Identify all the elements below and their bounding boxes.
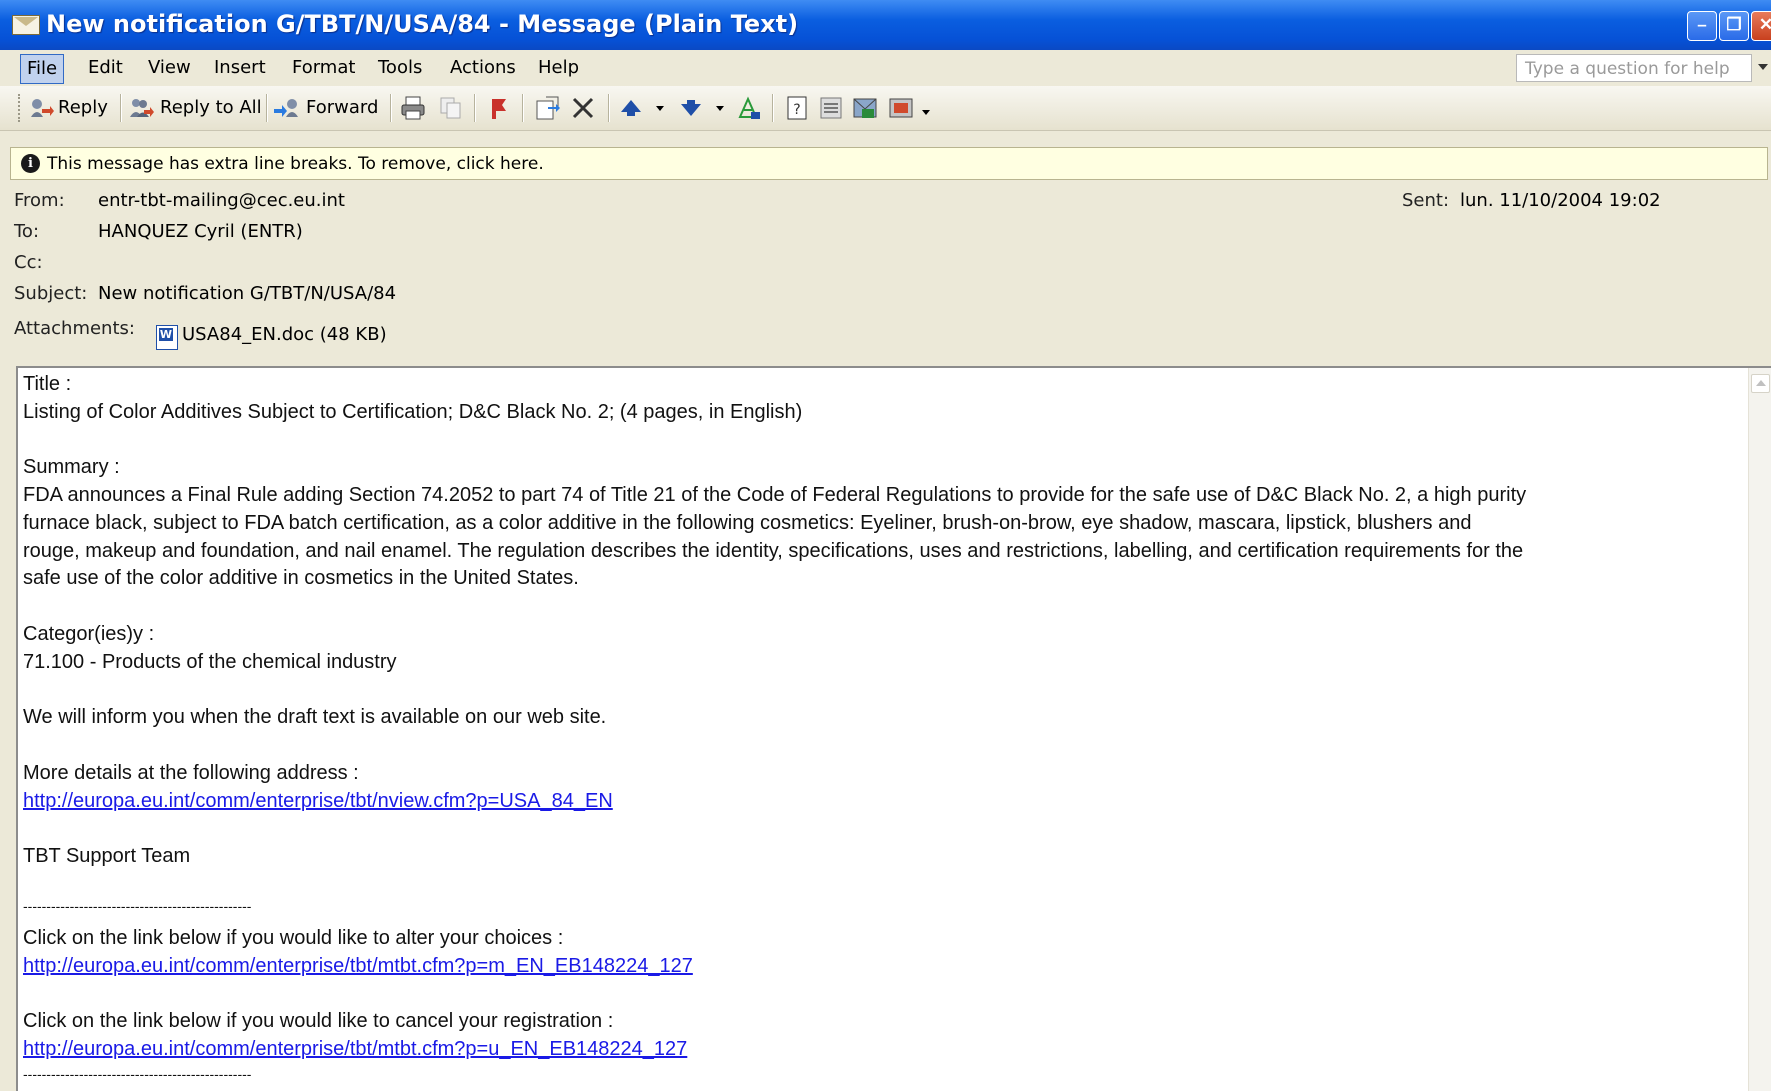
toolbar-separator	[266, 94, 268, 122]
title-bar: New notification G/TBT/N/USA/84 - Messag…	[0, 0, 1771, 50]
minimize-button[interactable]: –	[1687, 11, 1717, 41]
toolbar-separator	[608, 94, 610, 122]
delete-icon[interactable]	[570, 95, 596, 121]
sent-value: lun. 11/10/2004 19:02	[1460, 190, 1661, 211]
summary-label: Summary :	[23, 456, 120, 478]
copy-icon[interactable]	[438, 95, 464, 121]
info-icon: i	[21, 154, 40, 173]
subject-value: New notification G/TBT/N/USA/84	[98, 283, 397, 304]
chevron-down-icon[interactable]	[716, 106, 724, 111]
details-label: More details at the following address :	[23, 762, 359, 784]
toolbar-separator	[120, 94, 122, 122]
toolbar-separator	[522, 94, 524, 122]
reply-button[interactable]: Reply	[58, 93, 108, 123]
toolbar-grip[interactable]	[18, 94, 24, 122]
message-window: New notification G/TBT/N/USA/84 - Messag…	[0, 0, 1771, 1091]
summary-line: furnace black, subject to FDA batch cert…	[23, 512, 1472, 534]
info-bar-text: This message has extra line breaks. To r…	[47, 154, 544, 174]
menu-file[interactable]: File	[20, 54, 65, 84]
details-link[interactable]: http://europa.eu.int/comm/enterprise/tbt…	[23, 790, 613, 813]
menu-view[interactable]: View	[148, 54, 191, 82]
reply-all-icon	[130, 99, 154, 117]
forward-button[interactable]: Forward	[306, 93, 378, 123]
attachments-label: Attachments:	[14, 318, 135, 339]
next-item-icon[interactable]	[678, 95, 704, 121]
window-title: New notification G/TBT/N/USA/84 - Messag…	[46, 10, 799, 38]
help-icon[interactable]: ?	[784, 95, 810, 121]
to-value[interactable]: HANQUEZ Cyril (ENTR)	[98, 221, 303, 242]
menu-format[interactable]: Format	[292, 54, 355, 82]
cc-label: Cc:	[14, 252, 43, 273]
separator-line: ----------------------------------------…	[23, 1066, 252, 1082]
cancel-registration-text: Click on the link below if you would lik…	[23, 1010, 614, 1032]
svg-text:?: ?	[793, 102, 800, 118]
envelope-icon[interactable]	[852, 95, 878, 121]
forward-icon	[274, 99, 298, 117]
options-icon[interactable]	[818, 95, 844, 121]
menu-bar: File Edit View Insert Format Tools Actio…	[0, 50, 1771, 86]
close-button[interactable]: ✕	[1751, 11, 1771, 41]
to-label: To:	[14, 221, 40, 242]
category-label: Categor(ies)y :	[23, 623, 155, 645]
summary-line: safe use of the color additive in cosmet…	[23, 567, 579, 589]
info-bar[interactable]: i This message has extra line breaks. To…	[10, 147, 1768, 180]
vertical-scrollbar[interactable]	[1748, 368, 1771, 1091]
envelope-icon	[12, 15, 40, 35]
menu-edit[interactable]: Edit	[88, 54, 123, 82]
sent-label: Sent:	[1402, 190, 1450, 211]
title-label: Title :	[23, 373, 72, 395]
scroll-up-arrow-icon[interactable]	[1751, 374, 1770, 393]
summary-line: rouge, makeup and foundation, and nail e…	[23, 540, 1524, 562]
print-icon[interactable]	[400, 95, 426, 121]
title-text: Listing of Color Additives Subject to Ce…	[23, 401, 803, 423]
inform-text: We will inform you when the draft text i…	[23, 706, 607, 728]
chevron-down-icon[interactable]	[656, 106, 664, 111]
reply-all-button[interactable]: Reply to All	[160, 93, 262, 123]
menu-actions[interactable]: Actions	[450, 54, 516, 82]
signature-team: TBT Support Team	[23, 845, 191, 867]
menu-help[interactable]: Help	[538, 54, 579, 82]
toolbar-separator	[474, 94, 476, 122]
from-value[interactable]: entr-tbt-mailing@cec.eu.int	[98, 190, 345, 211]
toolbar-separator	[390, 94, 392, 122]
alter-choices-link[interactable]: http://europa.eu.int/comm/enterprise/tbt…	[23, 955, 693, 978]
chevron-down-icon[interactable]	[1758, 64, 1768, 70]
category-text: 71.100 - Products of the chemical indust…	[23, 651, 397, 673]
restore-button[interactable]: ❐	[1719, 11, 1749, 41]
cancel-registration-link[interactable]: http://europa.eu.int/comm/enterprise/tbt…	[23, 1038, 687, 1061]
menu-insert[interactable]: Insert	[214, 54, 266, 82]
from-label: From:	[14, 190, 65, 211]
alter-choices-text: Click on the link below if you would lik…	[23, 927, 564, 949]
chevron-down-icon[interactable]	[922, 110, 930, 115]
attachment-file[interactable]: USA84_EN.doc (48 KB)	[182, 324, 387, 345]
previous-item-icon[interactable]	[618, 95, 644, 121]
standard-toolbar: Reply Reply to All Forward ?	[0, 86, 1771, 131]
reply-icon	[31, 99, 54, 117]
flag-icon[interactable]	[486, 95, 512, 121]
menu-tools[interactable]: Tools	[378, 54, 422, 82]
toolbar-separator	[772, 94, 774, 122]
help-question-input[interactable]: Type a question for help	[1516, 54, 1752, 82]
address-book-icon[interactable]	[736, 95, 762, 121]
word-document-icon[interactable]: W	[156, 325, 178, 350]
summary-line: FDA announces a Final Rule adding Sectio…	[23, 484, 1527, 506]
move-to-folder-icon[interactable]	[534, 95, 560, 121]
subject-label: Subject:	[14, 283, 88, 304]
separator-line: ----------------------------------------…	[23, 898, 252, 914]
view-icon[interactable]	[888, 95, 914, 121]
